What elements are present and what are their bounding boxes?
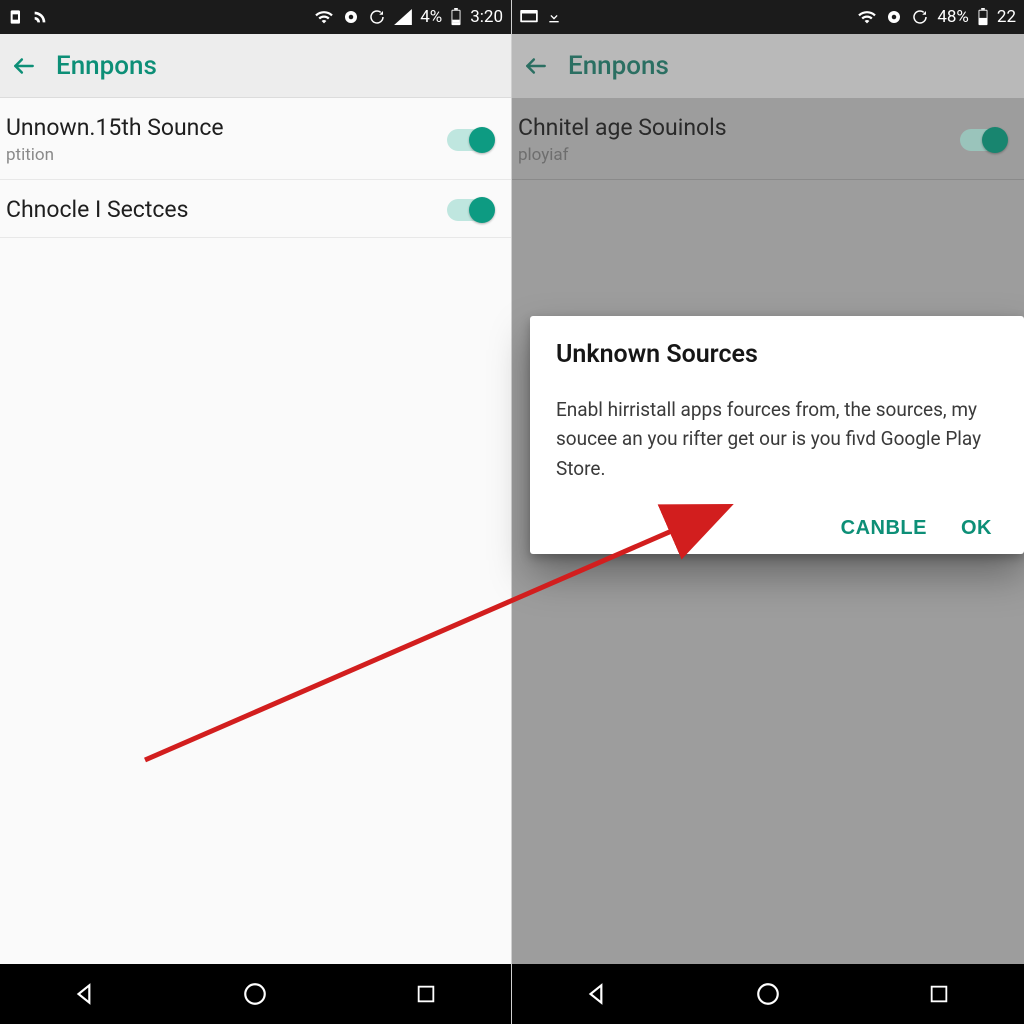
ok-button[interactable]: OK	[961, 517, 992, 540]
nav-home-icon[interactable]	[240, 979, 270, 1009]
status-bar: 48% 22	[512, 0, 1024, 34]
nav-recents-icon[interactable]	[411, 979, 441, 1009]
nav-bar	[0, 964, 511, 1024]
clock: 3:20	[470, 7, 503, 27]
toggle-switch[interactable]	[447, 129, 493, 151]
dialog-title: Unknown Sources	[556, 340, 998, 369]
nav-home-icon[interactable]	[753, 979, 783, 1009]
nav-back-icon[interactable]	[70, 979, 100, 1009]
dialog-body: Enabl hirristall apps fources from, the …	[556, 395, 998, 483]
back-icon[interactable]	[522, 52, 550, 80]
rss-icon	[32, 9, 48, 25]
unknown-sources-dialog: Unknown Sources Enabl hirristall apps fo…	[530, 316, 1024, 554]
nav-bar	[512, 964, 1024, 1024]
refresh-icon	[911, 8, 929, 26]
wifi-icon	[857, 9, 877, 25]
signal-icon	[394, 9, 412, 25]
setting-chnocle-sectces[interactable]: Chnocle I Sectces	[0, 180, 511, 238]
setting-title: Chnocle I Sectces	[6, 196, 188, 223]
nav-recents-icon[interactable]	[924, 979, 954, 1009]
battery-icon	[977, 8, 989, 26]
battery-pct: 48%	[937, 7, 969, 27]
settings-list: Chnitel age Souinols ployiaf Unknown Sou…	[512, 98, 1024, 964]
setting-unknown-sources[interactable]: Unnown.15th Sounce ptition	[0, 98, 511, 180]
app-bar: Ennpons	[0, 34, 511, 98]
phone-right: 48% 22 Ennpons Chnitel age Souinols ploy…	[512, 0, 1024, 1024]
battery-icon	[450, 8, 462, 26]
cancel-button[interactable]: CANBLE	[841, 517, 927, 540]
settings-list: Unnown.15th Sounce ptition Chnocle I Sec…	[0, 98, 511, 964]
clock: 22	[997, 7, 1016, 27]
settings-status-icon	[342, 8, 360, 26]
nav-back-icon[interactable]	[582, 979, 612, 1009]
phone-left: 4% 3:20 Ennpons Unnown.15th Sounce ptiti…	[0, 0, 512, 1024]
window-icon	[520, 10, 538, 24]
sim-icon	[8, 9, 24, 25]
battery-pct: 4%	[420, 7, 442, 27]
appbar-title: Ennpons	[56, 51, 157, 81]
dialog-actions: CANBLE OK	[556, 517, 998, 540]
back-icon[interactable]	[10, 52, 38, 80]
status-bar: 4% 3:20	[0, 0, 511, 34]
appbar-title: Ennpons	[568, 51, 669, 81]
toggle-switch[interactable]	[447, 199, 493, 221]
setting-title: Unnown.15th Sounce	[6, 114, 224, 141]
refresh-icon	[368, 8, 386, 26]
settings-status-icon	[885, 8, 903, 26]
setting-subtitle: ptition	[6, 145, 224, 165]
app-bar: Ennpons	[512, 34, 1024, 98]
download-icon	[546, 9, 562, 25]
wifi-icon	[314, 9, 334, 25]
